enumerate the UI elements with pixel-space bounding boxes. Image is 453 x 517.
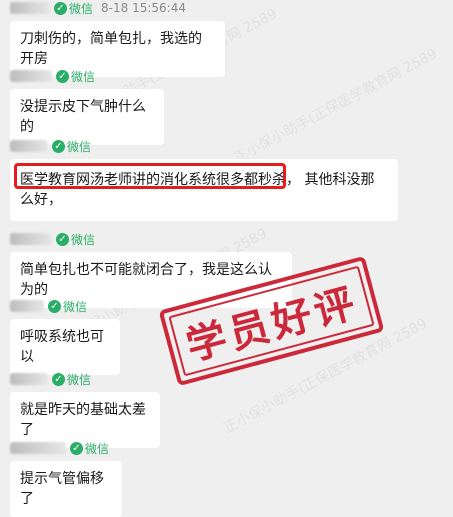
source-label: 微信 (67, 372, 92, 387)
wechat-icon: ✓ (48, 299, 61, 313)
wechat-icon: ✓ (52, 139, 65, 153)
chat-message: ✓ 微信 提示气管偏移了 (10, 440, 122, 517)
source-label: 微信 (71, 69, 96, 84)
chat-message: ✓ 微信 8-18 15:56:44 刀刺伤的，简单包扎，我选的开房 (10, 0, 225, 77)
blurred-sender-name (10, 373, 48, 385)
source-label: 微信 (69, 1, 94, 16)
wechat-icon: ✓ (54, 1, 67, 15)
message-meta: ✓ 微信 8-18 15:56:44 (10, 0, 225, 16)
source-label: 微信 (67, 139, 92, 154)
wechat-icon: ✓ (56, 232, 69, 246)
blurred-sender-name (10, 442, 66, 454)
chat-message: ✓ 微信 没提示皮下气肿什么的 (10, 68, 164, 145)
source-label: 微信 (63, 299, 88, 314)
source-label: 微信 (71, 232, 96, 247)
wechat-icon: ✓ (56, 69, 69, 83)
message-meta: ✓ 微信 (10, 371, 160, 387)
blurred-sender-name (10, 140, 48, 152)
blurred-sender-name (10, 233, 52, 245)
wechat-icon: ✓ (52, 372, 65, 386)
chat-message: ✓ 微信 呼吸系统也可以 (10, 298, 120, 375)
source-label: 微信 (85, 441, 110, 456)
message-meta: ✓ 微信 (10, 138, 398, 154)
blurred-sender-name (10, 70, 52, 82)
message-meta: ✓ 微信 (10, 298, 120, 314)
message-meta: ✓ 微信 (10, 68, 164, 84)
message-meta: ✓ 微信 (10, 440, 122, 456)
message-bubble[interactable]: 提示气管偏移了 (10, 461, 122, 517)
timestamp: 8-18 15:56:44 (101, 1, 186, 15)
message-meta: ✓ 微信 (10, 231, 292, 247)
blurred-sender-name (10, 300, 44, 312)
wechat-icon: ✓ (70, 441, 83, 455)
chat-message: ✓ 微信 就是昨天的基础太差了 (10, 371, 160, 448)
blurred-sender-name (10, 2, 50, 14)
message-bubble[interactable]: 呼吸系统也可以 (10, 319, 120, 375)
highlight-box (14, 163, 286, 189)
